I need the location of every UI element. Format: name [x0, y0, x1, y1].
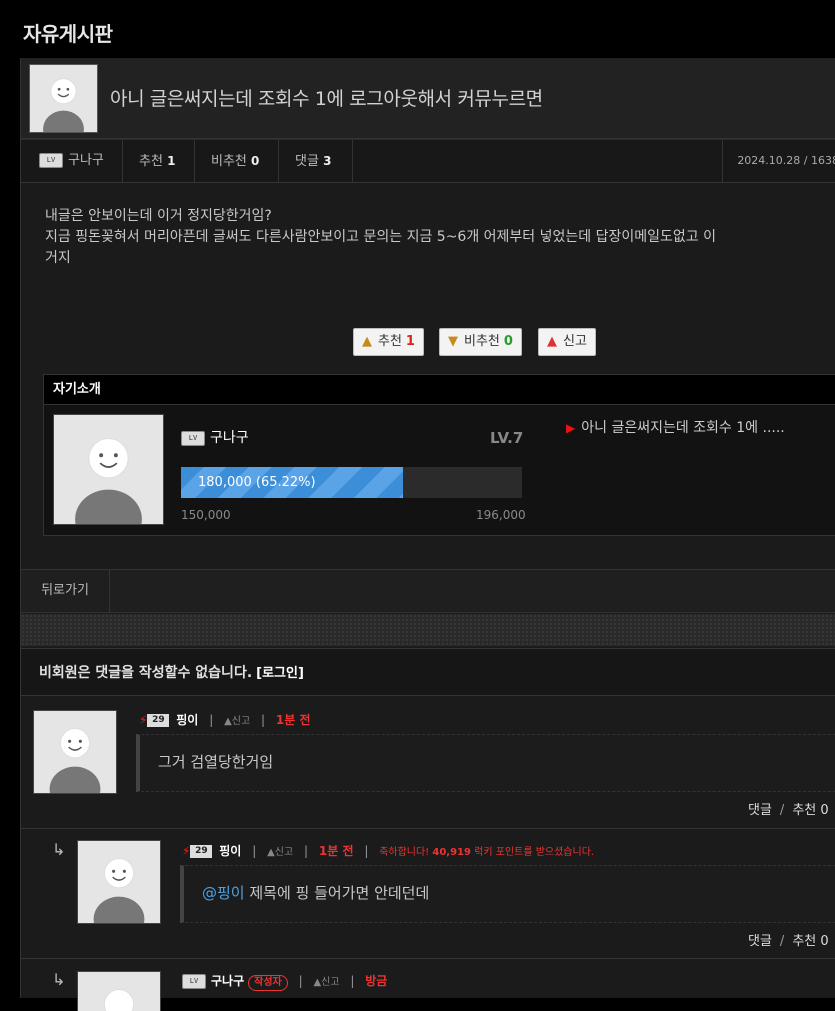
- siren-icon: ▲: [313, 977, 322, 988]
- intro-avatar: [53, 414, 164, 525]
- post-unrecommend-stat: 비추천 0: [195, 140, 279, 182]
- report-button[interactable]: ▲ 신고: [538, 328, 596, 356]
- lightning-icon: ⚡: [182, 844, 191, 858]
- default-avatar-icon: [54, 415, 163, 524]
- exp-min: 150,000: [181, 508, 231, 522]
- level-badge: 29: [190, 845, 213, 858]
- post-author[interactable]: LV 구나구: [21, 140, 123, 182]
- comment-report-button[interactable]: ▲신고: [224, 716, 250, 727]
- intro-level: LV.7: [490, 429, 524, 447]
- post-panel: 아니 글은써지는데 조회수 1에 로그아웃해서 커뮤누르면 LV 구나구 추천 1…: [20, 58, 835, 1011]
- recent-post-link[interactable]: ▶ 아니 글은써지는데 조회수 1에 .....: [566, 417, 785, 437]
- default-avatar-icon: [78, 841, 160, 923]
- comment-footer: 댓글 / 추천 0: [748, 934, 829, 949]
- intro-nickname[interactable]: LV 구나구: [181, 427, 249, 447]
- comment-nickname[interactable]: 핑이: [176, 713, 198, 727]
- comment-recommend-button[interactable]: 추천 0: [792, 803, 828, 818]
- default-avatar-icon: [34, 711, 116, 793]
- exp-progress-bar: 180,000 (65.22%): [181, 467, 522, 498]
- comment-reply-button[interactable]: 댓글: [748, 803, 772, 818]
- level-badge: 29: [147, 714, 170, 727]
- comment-text: @핑이 제목에 핑 들어가면 안데던데: [180, 865, 835, 923]
- author-avatar[interactable]: [29, 64, 98, 133]
- comment-divider: [21, 958, 835, 959]
- intro-header: 자기소개: [44, 375, 835, 405]
- comment-nickname[interactable]: 구나구: [211, 974, 244, 988]
- post-body: 내글은 안보이는데 이거 정지당한거임? 지금 핑돈꽂혀서 머리아픈데 글써도 …: [45, 208, 716, 266]
- comment-avatar: [77, 971, 161, 1011]
- comment-time: 1분 전: [275, 713, 311, 727]
- lucky-point-notice: 축하합니다! 40,919 럭키 포인트를 받으셨습니다.: [379, 847, 595, 858]
- post-date: 2024.10.28 / 1638: [722, 140, 835, 182]
- lightning-icon: ⚡: [139, 713, 148, 727]
- board-title: 자유게시판: [23, 22, 113, 46]
- default-avatar-icon: [78, 972, 160, 1011]
- back-button[interactable]: 뒤로가기: [21, 570, 110, 612]
- unrecommend-button[interactable]: ▼ 비추천 0: [439, 328, 522, 356]
- comment-avatar: [33, 710, 117, 794]
- play-arrow-icon: ▶: [566, 421, 576, 435]
- comment-time: 1분 전: [318, 844, 354, 858]
- login-link[interactable]: [로그인]: [256, 666, 304, 681]
- comment-meta: LV 구나구 작성자 | ▲신고 | 방금: [182, 972, 387, 991]
- post-header: 아니 글은써지는데 조회수 1에 로그아웃해서 커뮤누르면: [21, 58, 835, 139]
- post-recommend-stat: 추천 1: [123, 140, 195, 182]
- post-meta-bar: LV 구나구 추천 1 비추천 0 댓글 3 2024.10.28 / 1638: [21, 139, 835, 183]
- thumbs-down-icon: ▼: [448, 334, 458, 349]
- reply-arrow-icon: ↳: [52, 970, 66, 989]
- comment-nickname[interactable]: 핑이: [219, 844, 241, 858]
- comment-meta: ⚡ 29 핑이 | ▲신고 | 1분 전 | 축하합니다! 40,919 럭키 포…: [182, 844, 595, 858]
- siren-icon: ▲: [547, 334, 557, 349]
- exp-max: 196,000: [476, 508, 526, 522]
- section-separator: [21, 614, 835, 646]
- mention-link[interactable]: @핑이: [202, 884, 245, 902]
- member-badge-icon: LV: [39, 153, 63, 168]
- reply-arrow-icon: ↳: [52, 840, 66, 859]
- member-badge-icon: LV: [181, 430, 205, 446]
- comment-time: 방금: [365, 974, 388, 988]
- recommend-button[interactable]: ▲ 추천 1: [353, 328, 424, 356]
- post-author-name: 구나구: [68, 153, 104, 168]
- siren-icon: ▲: [267, 847, 275, 858]
- siren-icon: ▲: [224, 716, 232, 727]
- post-comment-stat: 댓글 3: [279, 140, 353, 182]
- comment-footer: 댓글 / 추천 0: [748, 803, 829, 818]
- comment-avatar: [77, 840, 161, 924]
- comment-meta: ⚡ 29 핑이 | ▲신고 | 1분 전: [139, 713, 311, 727]
- member-badge-icon: LV: [182, 974, 206, 989]
- comment-report-button[interactable]: ▲신고: [313, 977, 339, 988]
- thumbs-up-icon: ▲: [362, 334, 372, 349]
- comment-report-button[interactable]: ▲신고: [267, 847, 293, 858]
- author-intro: 자기소개 LV 구나구 LV.7 180,000 (65.22%) 150,000…: [43, 374, 835, 536]
- comment-login-notice: 비회원은 댓글을 작성할수 없습니다. [로그인]: [21, 648, 835, 696]
- author-tag: 작성자: [248, 975, 288, 991]
- default-avatar-icon: [30, 65, 97, 132]
- exp-progress-text: 180,000 (65.22%): [198, 475, 316, 490]
- comment-divider: [21, 828, 835, 829]
- comment-recommend-button[interactable]: 추천 0: [792, 934, 828, 949]
- post-nav-bar: 뒤로가기: [21, 569, 835, 613]
- comment-reply-button[interactable]: 댓글: [748, 934, 772, 949]
- comment-text: 그거 검열당한거임: [136, 734, 835, 792]
- post-title: 아니 글은써지는데 조회수 1에 로그아웃해서 커뮤누르면: [110, 88, 543, 110]
